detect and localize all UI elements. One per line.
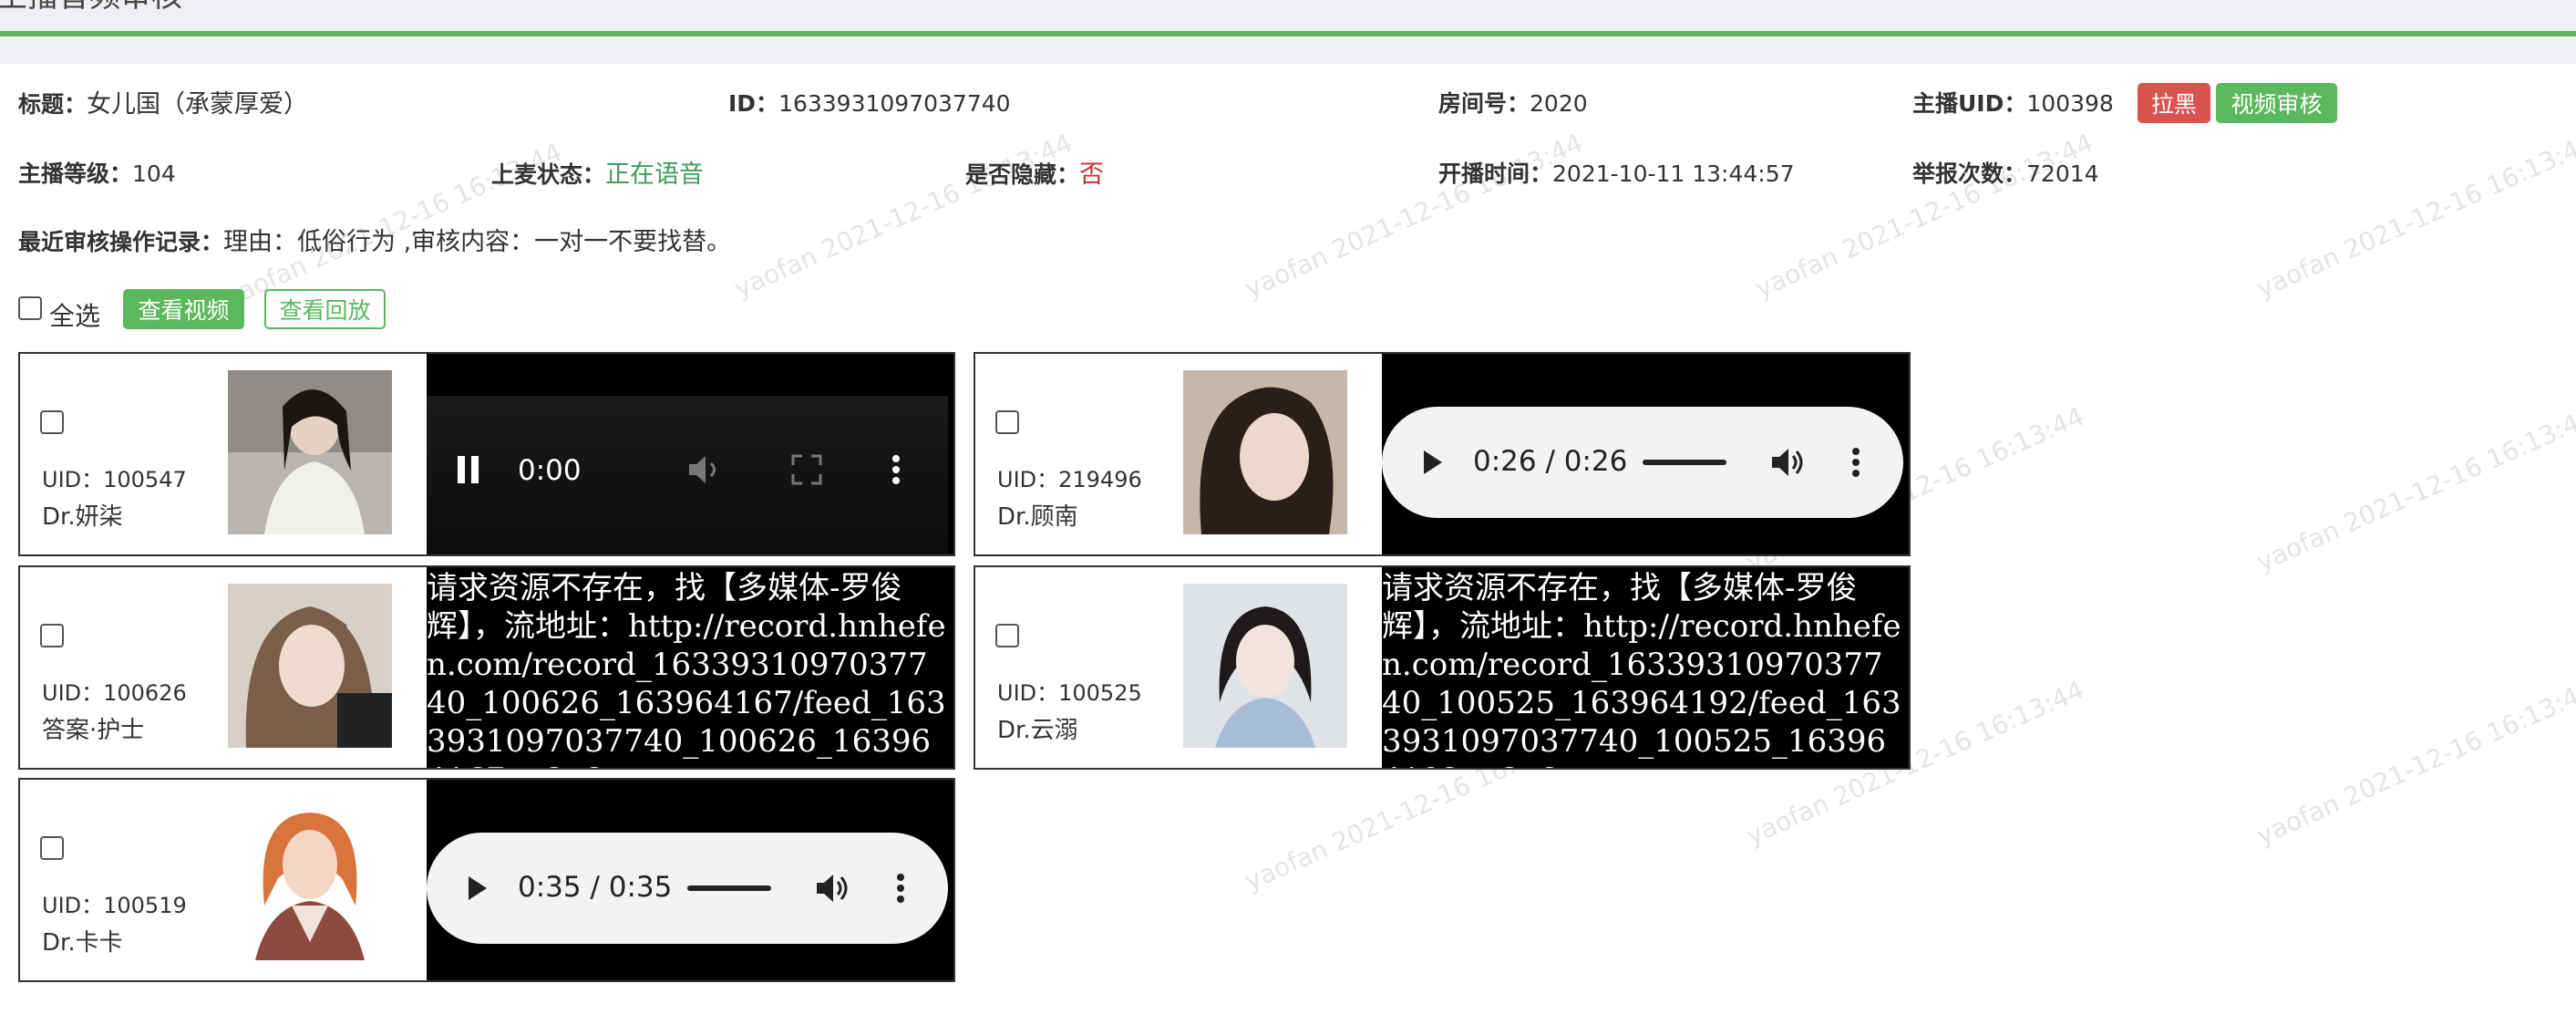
card-checkbox[interactable] [40,836,64,860]
audio-controls: 0:35 / 0:35 [427,833,948,944]
level-field: 主播等级：104 [18,156,176,189]
anchor-card: UID：100547 Dr.妍柒 0:00 [18,352,955,556]
top-bar: 主播音频审核 [0,0,2576,64]
title-label: 标题： [18,91,88,118]
review-record-value: 理由：低俗行为 ,审核内容：一对一不要找替。 [223,228,732,256]
card-uid: UID：100519 [42,893,187,918]
more-options-icon[interactable] [896,873,905,904]
more-options-icon[interactable] [891,454,901,485]
card-checkbox[interactable] [995,624,1019,647]
anchor-uid-value: 100398 [2026,90,2114,117]
media-error-panel: 请求资源不存在，找【多媒体-罗俊辉】，流地址：http://record.hnh… [1382,567,1909,768]
select-all-label[interactable]: 全选 [49,296,100,333]
play-icon[interactable] [467,875,489,902]
media-error-panel: 请求资源不存在，找【多媒体-罗俊辉】，流地址：http://record.hnh… [427,567,953,768]
watermark-text: yaofan 2021-12-16 16:13:44 [1240,127,1588,305]
level-value: 104 [132,160,176,187]
card-name: Dr.妍柒 [42,503,123,531]
accent-divider [0,31,2576,36]
anchor-card: UID：100525 Dr.云溺 请求资源不存在，找【多媒体-罗俊辉】，流地址：… [974,565,1911,770]
title-field: 标题：女儿国（承蒙厚爱） [18,84,308,119]
audio-time: 0:26 / 0:26 [1473,445,1628,478]
room-value: 2020 [1530,90,1588,117]
avatar [1183,370,1347,534]
avatar [1183,584,1347,748]
hidden-label: 是否隐藏： [965,161,1080,188]
audio-player[interactable]: 0:26 / 0:26 [1382,354,1909,554]
stream-error-message: 请求资源不存在，找【多媒体-罗俊辉】，流地址：http://record.hnh… [1382,570,1901,768]
mic-status-value: 正在语音 [605,160,705,189]
review-record-field: 最近审核操作记录：理由：低俗行为 ,审核内容：一对一不要找替。 [18,222,731,257]
report-count-field: 举报次数：72014 [1912,156,2099,189]
audio-controls: 0:26 / 0:26 [1382,407,1903,518]
video-player[interactable]: 0:00 [427,354,953,554]
card-checkbox[interactable] [40,410,64,434]
audio-progress-bar[interactable] [687,885,771,891]
room-label: 房间号： [1438,90,1530,117]
play-icon[interactable] [1422,449,1444,476]
mute-icon[interactable] [687,454,722,485]
card-name: Dr.顾南 [997,503,1078,531]
more-options-icon[interactable] [1851,447,1860,478]
avatar [228,584,392,748]
mic-status-field: 上麦状态：正在语音 [491,154,704,190]
anchor-card: UID：100519 Dr.卡卡 0:35 / 0:35 [18,778,955,982]
volume-icon[interactable] [815,873,850,904]
title-value: 女儿国（承蒙厚爱） [87,90,309,119]
review-record-label: 最近审核操作记录： [18,229,224,255]
start-time-value: 2021-10-11 13:44:57 [1552,160,1795,187]
watermark-text: yaofan 2021-12-16 16:13:44 [2251,127,2576,305]
view-replay-button[interactable]: 查看回放 [264,289,386,329]
select-all-checkbox[interactable] [18,296,42,320]
card-name: 答案·护士 [42,717,145,744]
anchor-uid-label: 主播UID： [1912,90,2027,117]
id-value: 1633931097037740 [778,90,1011,117]
id-field: ID：1633931097037740 [728,86,1011,119]
level-label: 主播等级： [18,160,133,187]
anchor-uid-field: 主播UID：100398 [1912,86,2114,119]
watermark-text: yaofan 2021-12-16 16:13:44 [2251,400,2576,578]
page-title: 主播音频审核 [0,0,182,16]
card-name: Dr.卡卡 [42,929,123,957]
audio-time: 0:35 / 0:35 [518,871,673,904]
card-checkbox[interactable] [995,410,1019,434]
stream-error-message: 请求资源不存在，找【多媒体-罗俊辉】，流地址：http://record.hnh… [427,570,946,768]
blacklist-button[interactable]: 拉黑 [2138,83,2210,123]
video-time: 0:00 [518,454,582,487]
fullscreen-icon[interactable] [791,454,822,485]
card-uid: UID：219496 [997,467,1142,492]
watermark-text: yaofan 2021-12-16 16:13:44 [2251,674,2576,852]
id-label: ID： [728,90,779,117]
watermark-text: yaofan 2021-12-16 16:13:44 [1750,127,2098,305]
card-uid: UID：100525 [997,680,1142,706]
pause-icon[interactable] [456,454,481,485]
video-review-button[interactable]: 视频审核 [2216,83,2337,123]
card-name: Dr.云溺 [997,717,1078,744]
hidden-field: 是否隐藏：否 [965,154,1104,190]
view-video-button[interactable]: 查看视频 [123,289,244,329]
avatar [228,370,392,534]
report-count-label: 举报次数： [1912,160,2027,187]
volume-icon[interactable] [1770,447,1805,478]
start-time-field: 开播时间：2021-10-11 13:44:57 [1438,156,1795,189]
anchor-card: UID：219496 Dr.顾南 0:26 / 0:26 [974,352,1911,556]
audio-progress-bar[interactable] [1643,460,1726,465]
anchor-card: UID：100626 答案·护士 请求资源不存在，找【多媒体-罗俊辉】，流地址：… [18,565,955,770]
start-time-label: 开播时间： [1438,160,1553,187]
card-uid: UID：100626 [42,680,187,706]
mic-status-label: 上麦状态： [491,161,606,188]
audio-player[interactable]: 0:35 / 0:35 [427,780,953,980]
card-checkbox[interactable] [40,624,64,647]
room-field: 房间号：2020 [1438,86,1588,119]
video-controls: 0:00 [427,396,948,554]
report-count-value: 72014 [2026,160,2099,187]
hidden-value: 否 [1079,160,1105,189]
avatar [228,796,392,960]
card-uid: UID：100547 [42,467,187,492]
